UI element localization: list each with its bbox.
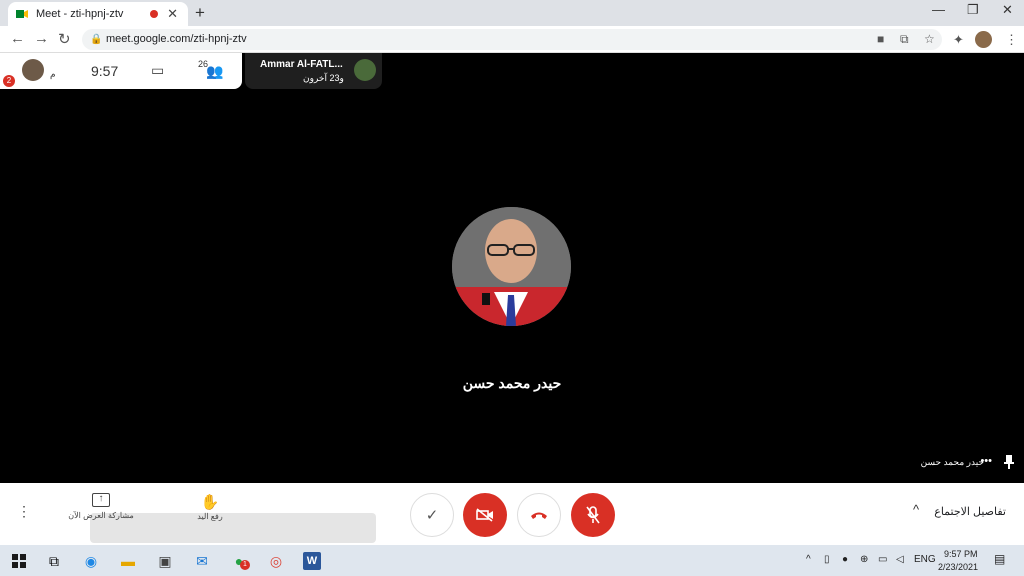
chat-icon[interactable]: ▭ [151,62,164,79]
url-field[interactable]: 🔒 meet.google.com/zti-hpnj-ztv ■ ⧉ ☆ [82,29,942,50]
translate-icon[interactable]: ⧉ [900,29,909,50]
time-period: م [50,69,56,79]
forward-icon[interactable]: → [34,30,49,47]
meeting-details-button[interactable]: تفاصيل الاجتماع [934,505,1006,518]
meet-favicon-icon [16,10,28,18]
hand-icon: ✋ [200,494,220,511]
close-tab-icon[interactable]: ✕ [167,6,178,22]
mail-icon[interactable]: ✉ [193,552,211,570]
bookmark-star-icon[interactable]: ☆ [924,29,935,50]
present-icon: ↑ [92,493,110,507]
profile-avatar[interactable] [975,31,992,48]
presenter-avatar [354,59,376,81]
recording-icon [150,10,158,18]
task-view-icon[interactable]: ⧉ [45,552,63,570]
camera-icon[interactable]: ■ [877,29,884,50]
chrome-icon[interactable]: ◎ [267,552,285,570]
speaker-name: حيدر محمد حسن [462,375,562,391]
address-bar: ← → ↻ 🔒 meet.google.com/zti-hpnj-ztv ■ ⧉… [0,26,1024,53]
presenter-name: Ammar Al-FATL... [260,59,343,70]
raise-hand-label: رفع اليد [197,512,223,521]
url-text: meet.google.com/zti-hpnj-ztv [106,33,247,45]
close-window-icon[interactable]: ✕ [1002,2,1013,18]
chevron-up-icon[interactable]: ^ [913,502,919,517]
end-call-button[interactable] [517,493,561,537]
meet-controls-bar: ⋮ ↑ مشاركة العرض الآن ✋ رفع اليد ✓ ^ تفا… [0,483,1024,545]
people-icon[interactable]: 👥 [206,63,223,80]
pin-icon[interactable] [1004,455,1014,469]
browser-tab-bar: Meet - zti-hpnj-ztv ✕ + — ❐ ✕ [0,0,1024,26]
lock-icon: 🔒 [90,34,103,45]
windows-start-icon[interactable] [10,552,28,570]
presenter-others: و23 آخرون [303,73,344,83]
new-tab-icon[interactable]: + [195,3,205,23]
meet-stage: 2 م 9:57 ▭ 26 👥 Ammar Al-FATL... و23 آخر… [0,53,1024,483]
hangup-icon [531,512,547,519]
check-button[interactable]: ✓ [410,493,454,537]
meet-top-panel: 2 م 9:57 ▭ 26 👥 [0,53,242,89]
taskbar-date[interactable]: 2/23/2021 [938,562,978,572]
store-icon[interactable]: ▣ [156,552,174,570]
taskbar-time[interactable]: 9:57 PM [944,549,978,559]
minimize-icon[interactable]: — [932,2,945,17]
camera-toggle-button[interactable] [463,493,507,537]
reload-icon[interactable]: ↻ [58,30,71,48]
browser-tab-meet[interactable]: Meet - zti-hpnj-ztv ✕ [8,2,188,26]
edge-icon[interactable]: ◉ [82,552,100,570]
check-icon: ✓ [425,507,439,524]
camera-off-icon [476,508,493,522]
whatsapp-badge: 1 [240,560,250,570]
notification-badge: 2 [3,75,15,87]
raise-hand-button[interactable]: ✋ رفع اليد [190,493,230,521]
word-icon[interactable]: W [303,552,321,570]
browser-menu-icon[interactable]: ⋮ [1005,32,1018,48]
present-now-label: مشاركة العرض الآن [68,511,134,520]
more-menu-icon[interactable]: ⋮ [17,503,31,520]
tray-volume-icon[interactable]: ◁ [896,554,904,565]
presenter-card[interactable]: Ammar Al-FATL... و23 آخرون [245,53,382,89]
present-now-button[interactable]: ↑ مشاركة العرض الآن [66,493,136,520]
notifications-icon[interactable]: ▤ [994,552,1005,566]
tile-participant-name: حيدر محمد حسن [920,457,984,467]
more-options-icon[interactable]: ••• [980,455,992,467]
browser-tab-title: Meet - zti-hpnj-ztv [36,8,124,20]
meeting-time: 9:57 [91,63,119,79]
self-avatar[interactable] [22,59,44,81]
windows-taskbar: ⧉ ◉ ▬ ▣ ✉ ● 1 ◎ W ^ ▯ ● ⊕ ▭ ◁ ENG 9:57 P… [0,545,1024,576]
restore-icon[interactable]: ❐ [967,2,979,18]
speaker-photo [452,207,571,326]
tray-network-icon[interactable]: ⊕ [860,554,868,565]
tray-mic-icon[interactable]: ● [842,554,848,565]
tray-expand-icon[interactable]: ^ [806,554,811,565]
tray-battery-icon[interactable]: ▭ [878,554,887,565]
back-icon[interactable]: ← [10,30,25,47]
tray-device-icon[interactable]: ▯ [824,554,830,565]
tray-language[interactable]: ENG [914,554,936,565]
microphone-toggle-button[interactable] [571,493,615,537]
extensions-icon[interactable]: ✦ [953,32,964,48]
mic-off-icon [586,506,600,524]
file-explorer-icon[interactable]: ▬ [119,552,137,570]
